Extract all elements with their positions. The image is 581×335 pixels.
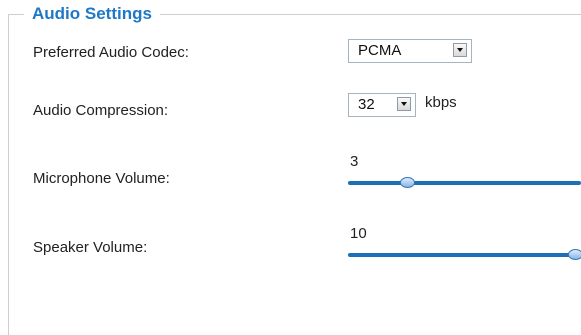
microphone-volume-label: Microphone Volume: [33, 170, 170, 187]
chevron-down-icon[interactable] [397, 97, 411, 111]
preferred-audio-codec-value: PCMA [358, 42, 402, 59]
audio-compression-label: Audio Compression: [33, 102, 169, 119]
chevron-down-icon[interactable] [453, 43, 467, 57]
microphone-volume-thumb[interactable] [400, 177, 416, 188]
preferred-audio-codec-select[interactable]: PCMA [348, 39, 472, 63]
microphone-volume-value: 3 [350, 153, 359, 170]
audio-compression-select[interactable]: 32 [348, 93, 416, 117]
speaker-volume-value: 10 [350, 225, 367, 242]
audio-compression-value: 32 [358, 96, 375, 113]
preferred-audio-codec-label: Preferred Audio Codec: [33, 44, 189, 61]
speaker-volume-label: Speaker Volume: [33, 239, 148, 256]
audio-compression-unit: kbps [425, 94, 457, 111]
speaker-volume-thumb[interactable] [568, 249, 581, 260]
microphone-volume-slider[interactable] [348, 177, 581, 188]
speaker-volume-slider[interactable] [348, 249, 581, 260]
audio-settings-legend: Audio Settings [24, 3, 160, 25]
